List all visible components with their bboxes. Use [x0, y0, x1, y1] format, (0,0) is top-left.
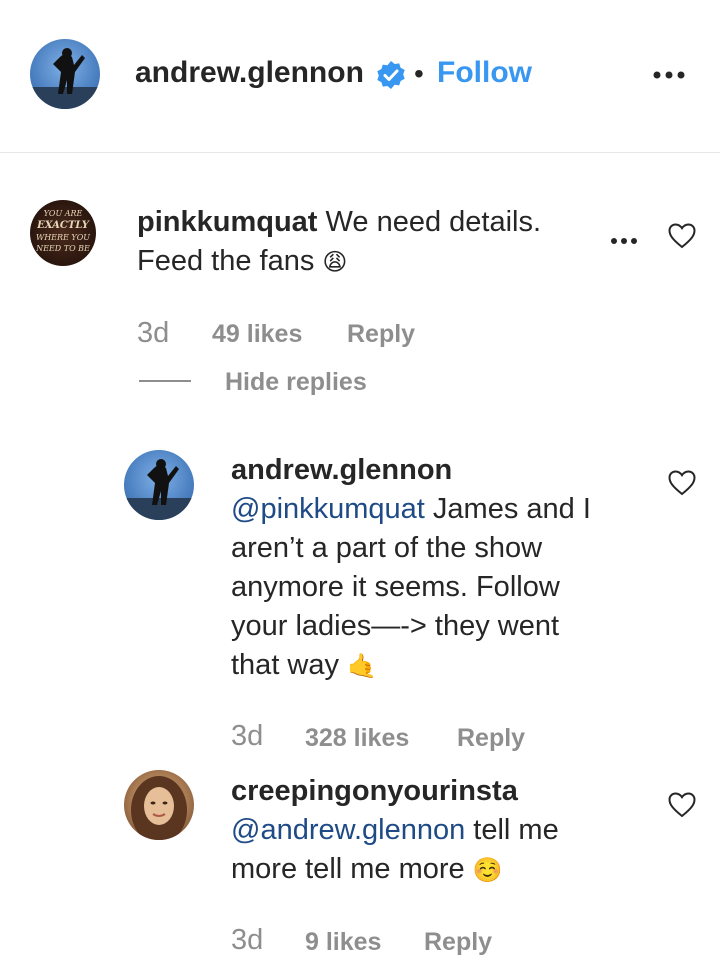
hide-replies-button[interactable]: Hide replies: [225, 368, 367, 397]
reply-button[interactable]: Reply: [347, 320, 415, 349]
avatar-image: [124, 459, 194, 520]
reply-avatar[interactable]: [124, 450, 194, 520]
reply-text: andrew.glennon @pinkkumquat James and I …: [231, 451, 651, 686]
comment-avatar[interactable]: YOU ARE EXACTLY WHERE YOU NEED TO BE: [30, 200, 96, 266]
weary-face-icon: 😩: [322, 249, 348, 276]
reply-likes[interactable]: 9 likes: [305, 928, 381, 957]
like-heart-icon[interactable]: [668, 792, 696, 823]
avatar-image: [131, 776, 187, 840]
header-avatar[interactable]: [30, 39, 100, 109]
verified-badge-icon: [376, 60, 406, 90]
comment-likes[interactable]: 49 likes: [212, 320, 302, 349]
mention-link[interactable]: @pinkkumquat: [231, 493, 425, 525]
avatar-image: [30, 48, 100, 109]
reply-text: creepingonyourinsta @andrew.glennon tell…: [231, 772, 651, 890]
reply-username[interactable]: andrew.glennon: [231, 451, 651, 490]
call-me-hand-icon: 🤙: [347, 653, 377, 680]
comment-text: pinkkumquat We need details. Feed the fa…: [137, 206, 542, 277]
reply-username[interactable]: creepingonyourinsta: [231, 772, 651, 811]
comment-more-icon[interactable]: [609, 233, 639, 244]
like-heart-icon[interactable]: [668, 223, 696, 254]
mention-link[interactable]: @andrew.glennon: [231, 814, 465, 846]
replies-line: [139, 380, 191, 382]
more-options-icon[interactable]: [651, 68, 687, 80]
smiling-face-icon: ☺️: [472, 857, 503, 884]
reply-time: 3d: [231, 924, 264, 956]
header-username[interactable]: andrew.glennon: [135, 56, 364, 90]
reply-avatar[interactable]: [124, 770, 194, 840]
reply-button[interactable]: Reply: [457, 724, 525, 753]
comment-time: 3d: [137, 317, 170, 349]
reply-likes[interactable]: 328 likes: [305, 724, 409, 753]
reply-time: 3d: [231, 720, 264, 752]
comment-username[interactable]: pinkkumquat: [137, 206, 317, 238]
header-separator: •: [414, 58, 424, 89]
header-divider: [0, 152, 720, 153]
like-heart-icon[interactable]: [668, 470, 696, 501]
follow-button[interactable]: Follow: [437, 56, 532, 90]
reply-button[interactable]: Reply: [424, 928, 492, 957]
